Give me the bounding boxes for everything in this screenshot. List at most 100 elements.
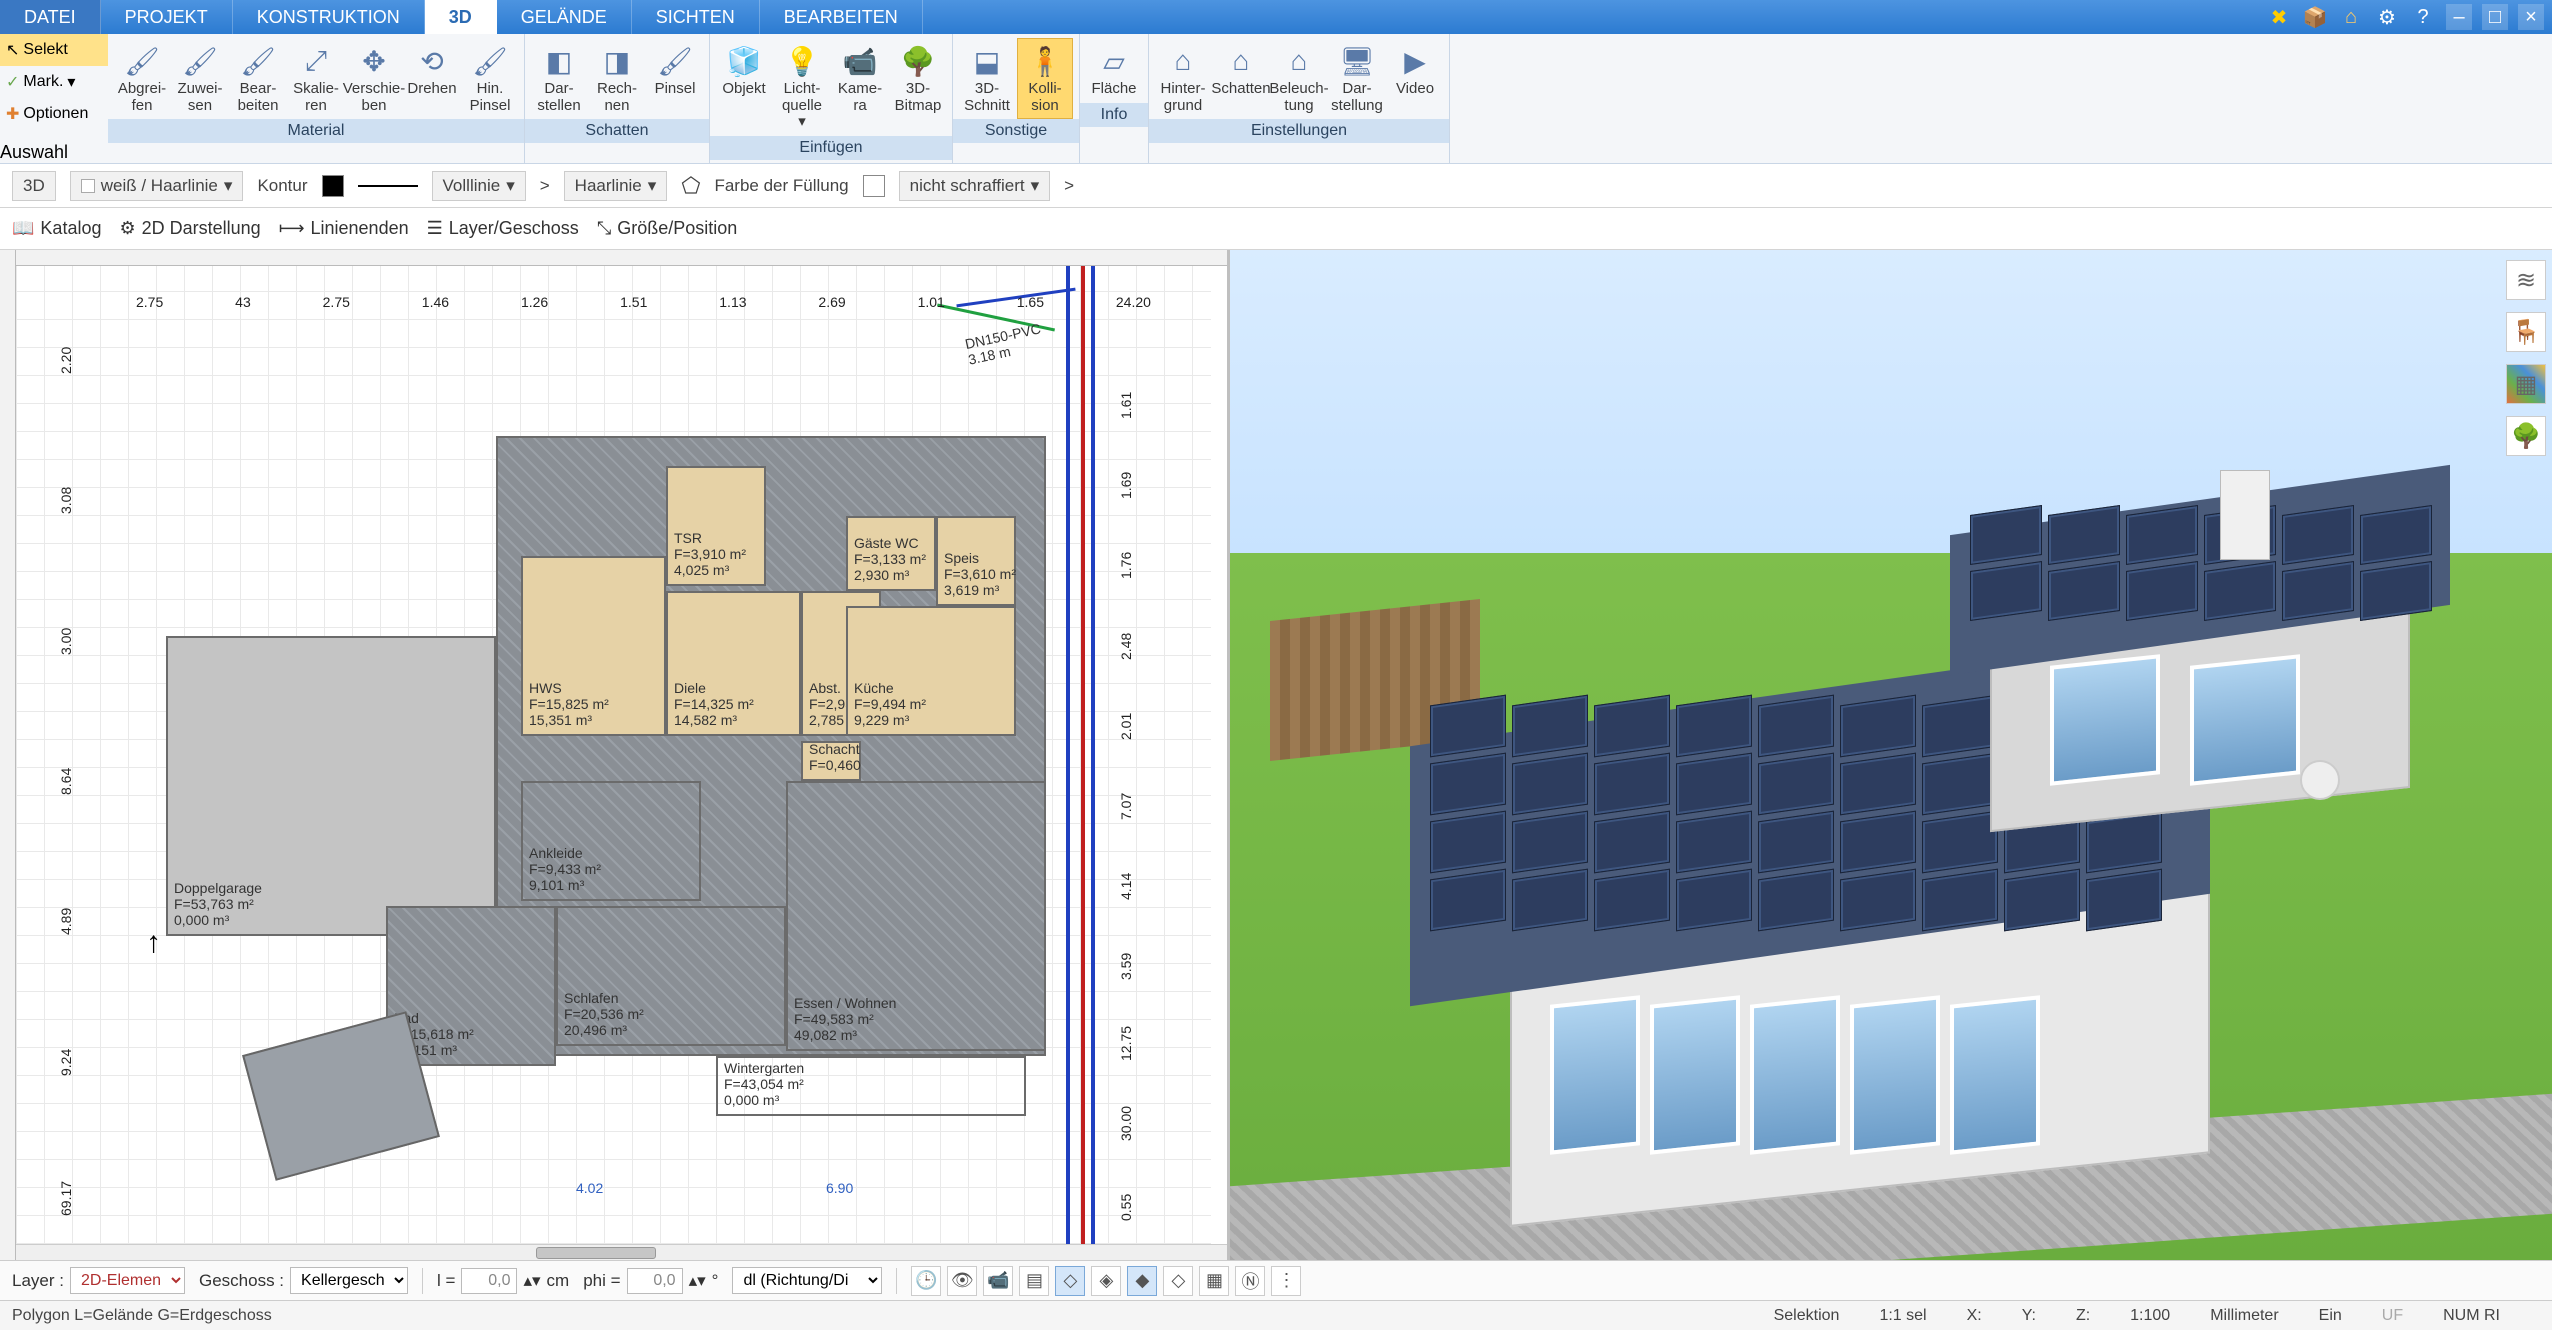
linetype-select[interactable]: Volllinie ▾ xyxy=(432,171,526,201)
menu-konstruktion[interactable]: KONSTRUKTION xyxy=(233,0,425,34)
maximize-button[interactable]: □ xyxy=(2482,4,2508,30)
tree-tool[interactable]: 🌳 xyxy=(2506,416,2546,456)
katalog-button[interactable]: 📖Katalog xyxy=(12,218,101,239)
solar-panel xyxy=(1512,869,1588,932)
ribbon-video-button[interactable]: ▶Video xyxy=(1387,38,1443,119)
room-kche[interactable]: Küche F=9,494 m² 9,229 m³ xyxy=(846,606,1016,736)
ribbon-kollision-button[interactable]: 🧍Kolli- sion xyxy=(1017,38,1073,119)
status-uf: UF xyxy=(2382,1307,2403,1325)
home-icon[interactable]: ⌂ xyxy=(2338,4,2364,30)
ribbon-bearbeiten-button[interactable]: 🖌Bear- beiten xyxy=(230,38,286,119)
ribbon-rechnen-button[interactable]: ◨Rech- nen xyxy=(589,38,645,119)
ribbon-skalieren-button[interactable]: ⤢Skalie- ren xyxy=(288,38,344,119)
solar-panel xyxy=(1922,869,1998,932)
ribbon-verschieben-button[interactable]: ✥Verschie- ben xyxy=(346,38,402,119)
room-hws[interactable]: HWS F=15,825 m² 15,351 m³ xyxy=(521,556,666,736)
darstellung-button[interactable]: ⚙2D Darstellung xyxy=(119,218,260,239)
menu-sichten[interactable]: SICHTEN xyxy=(632,0,760,34)
room-schacht[interactable]: Schacht F=0,460 xyxy=(801,741,861,781)
camera-icon[interactable]: 📹 xyxy=(983,1266,1013,1296)
help-icon[interactable]: ? xyxy=(2410,4,2436,30)
room-diele[interactable]: Diele F=14,325 m² 14,582 m³ xyxy=(666,591,801,736)
menu-bearbeiten[interactable]: BEARBEITEN xyxy=(760,0,923,34)
menu-datei[interactable]: DATEI xyxy=(0,0,101,34)
furniture-tool[interactable]: 🪑 xyxy=(2506,312,2546,352)
ribbon-beleuchtung-button[interactable]: ⌂Beleuch- tung xyxy=(1271,38,1327,119)
ribbon-pinsel-button[interactable]: 🖌Pinsel xyxy=(647,38,703,119)
geschoss-select[interactable]: Kellergesch xyxy=(290,1267,408,1294)
menu-projekt[interactable]: PROJEKT xyxy=(101,0,233,34)
view3d-canvas[interactable] xyxy=(1230,250,2552,1260)
diamond3-icon[interactable]: ◆ xyxy=(1127,1266,1157,1296)
ribbon-schatten-button[interactable]: ⌂Schatten xyxy=(1213,38,1269,119)
bear-icon: 🖌 xyxy=(240,43,276,79)
pentagon-icon: ⬠ xyxy=(681,173,700,199)
solar-panel xyxy=(1970,561,2042,621)
ribbon-hintergrund-button[interactable]: ⌂Hinter- grund xyxy=(1155,38,1211,119)
selekt-button[interactable]: ↖Selekt xyxy=(0,34,108,66)
horizontal-scrollbar[interactable] xyxy=(16,1244,1227,1260)
room-wintergarten[interactable]: Wintergarten F=43,054 m² 0,000 m³ xyxy=(716,1056,1026,1116)
haarlinie-select[interactable]: Haarlinie ▾ xyxy=(564,171,668,201)
menu-3d[interactable]: 3D xyxy=(425,0,497,34)
palette-tool[interactable]: ▦ xyxy=(2506,364,2546,404)
style-select[interactable]: weiß / Haarlinie ▾ xyxy=(70,171,244,201)
ribbon-darstellen-button[interactable]: ◧Dar- stellen xyxy=(531,38,587,119)
grid-icon[interactable]: ▦ xyxy=(1199,1266,1229,1296)
ribbon-dschnitt-button[interactable]: ⬓3D- Schnitt xyxy=(959,38,1015,119)
eye-icon[interactable]: 👁 xyxy=(947,1266,977,1296)
ribbon-objekt-button[interactable]: 🧊Objekt xyxy=(716,38,772,136)
solar-panel xyxy=(2126,505,2198,565)
layer-select[interactable]: 2D-Elemen xyxy=(70,1267,185,1294)
ribbon-drehen-button[interactable]: ⟲Drehen xyxy=(404,38,460,119)
minimize-button[interactable]: – xyxy=(2446,4,2472,30)
ribbon-lichtquelle-button[interactable]: 💡Licht- quelle ▾ xyxy=(774,38,830,136)
room-speis[interactable]: Speis F=3,610 m² 3,619 m³ xyxy=(936,516,1016,606)
gear-icon[interactable]: ⚙ xyxy=(2374,4,2400,30)
ribbon-dbitmap-button[interactable]: 🌳3D- Bitmap xyxy=(890,38,946,136)
ribbon-zuweisen-button[interactable]: 🖌Zuwei- sen xyxy=(172,38,228,119)
box-icon[interactable]: 📦 xyxy=(2302,4,2328,30)
optionen-button[interactable]: ✚Optionen xyxy=(0,98,108,130)
solar-panel xyxy=(2282,561,2354,621)
room-gstewc[interactable]: Gäste WC F=3,133 m² 2,930 m³ xyxy=(846,516,936,591)
diamond2-icon[interactable]: ◈ xyxy=(1091,1266,1121,1296)
room-schlafen[interactable]: Schlafen F=20,536 m² 20,496 m³ xyxy=(556,906,786,1046)
solar-panel xyxy=(1840,811,1916,874)
diamond1-icon[interactable]: ◇ xyxy=(1055,1266,1085,1296)
ribbon-hinpinsel-button[interactable]: 🖌Hin. Pinsel xyxy=(462,38,518,119)
room-tsr[interactable]: TSR F=3,910 m² 4,025 m³ xyxy=(666,466,766,586)
linienenden-button[interactable]: ⟼Linienenden xyxy=(279,218,409,239)
diamond4-icon[interactable]: ◇ xyxy=(1163,1266,1193,1296)
length-input[interactable] xyxy=(461,1268,517,1294)
scrollbar-thumb[interactable] xyxy=(536,1247,656,1259)
groesse-button[interactable]: ⤡Größe/Position xyxy=(597,218,737,239)
n-icon[interactable]: Ⓝ xyxy=(1235,1266,1265,1296)
phi-input[interactable] xyxy=(627,1268,683,1294)
layers-tool[interactable]: ≋ xyxy=(2506,260,2546,300)
ribbon-kamera-button[interactable]: 📹Kame- ra xyxy=(832,38,888,136)
ribbon-abgreifen-button[interactable]: 🖌Abgrei- fen xyxy=(114,38,170,119)
mode-3d[interactable]: 3D xyxy=(12,171,56,201)
mark-button[interactable]: ✓Mark. ▾ xyxy=(0,66,108,98)
hatch-select[interactable]: nicht schraffiert ▾ xyxy=(899,171,1051,201)
ribbon-flche-button[interactable]: ▱Fläche xyxy=(1086,38,1142,103)
layer-button[interactable]: ☰Layer/Geschoss xyxy=(427,218,579,239)
room-doppelgarage[interactable]: Doppelgarage F=53,763 m² 0,000 m³ xyxy=(166,636,496,936)
view3d-pane[interactable]: ≋ 🪑 ▦ 🌳 xyxy=(1230,250,2552,1260)
close-button[interactable]: × xyxy=(2518,4,2544,30)
floorplan-pane[interactable]: DN150-PVC 3.18 m 2.75432.751.461.261.511… xyxy=(0,250,1230,1260)
dl-select[interactable]: dl (Richtung/Di xyxy=(732,1267,882,1294)
room-essenwohnen[interactable]: Essen / Wohnen F=49,583 m² 49,082 m³ xyxy=(786,781,1046,1051)
floorplan-canvas[interactable]: DN150-PVC 3.18 m 2.75432.751.461.261.511… xyxy=(16,266,1211,1244)
fill-color[interactable] xyxy=(863,175,885,197)
clock-icon[interactable]: 🕒 xyxy=(911,1266,941,1296)
kontur-color[interactable] xyxy=(322,175,344,197)
stack-icon[interactable]: ▤ xyxy=(1019,1266,1049,1296)
room-ankleide[interactable]: Ankleide F=9,433 m² 9,101 m³ xyxy=(521,781,701,901)
ribbon-darstellung-button[interactable]: 🖥Dar- stellung xyxy=(1329,38,1385,119)
more-icon[interactable]: ⋮ xyxy=(1271,1266,1301,1296)
solar-panel xyxy=(1922,753,1998,816)
menu-gelaende[interactable]: GELÄNDE xyxy=(497,0,632,34)
tool-icon[interactable]: ✖ xyxy=(2266,4,2292,30)
